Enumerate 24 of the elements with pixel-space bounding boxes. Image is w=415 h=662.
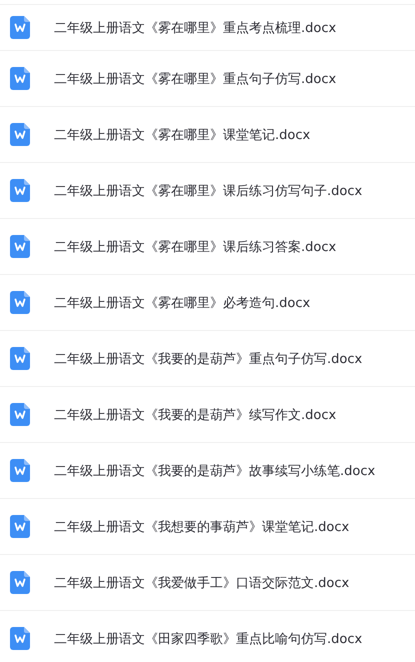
- file-name[interactable]: 二年级上册语文《我要的是葫芦》重点句子仿写.docx: [54, 350, 362, 368]
- word-document-icon: [10, 459, 30, 482]
- word-document-icon: [10, 67, 30, 90]
- word-document-icon: [10, 179, 30, 202]
- file-name[interactable]: 二年级上册语文《雾在哪里》必考造句.docx: [54, 294, 310, 312]
- file-name[interactable]: 二年级上册语文《我想要的事葫芦》课堂笔记.docx: [54, 518, 350, 536]
- word-document-icon: [10, 515, 30, 538]
- file-name[interactable]: 二年级上册语文《我要的是葫芦》续写作文.docx: [54, 406, 336, 424]
- file-name[interactable]: 二年级上册语文《我要的是葫芦》故事续写小练笔.docx: [54, 462, 376, 480]
- file-name[interactable]: 二年级上册语文《雾在哪里》课后练习答案.docx: [54, 238, 336, 256]
- word-document-icon: [10, 291, 30, 314]
- file-name[interactable]: 二年级上册语文《田家四季歌》重点比喻句仿写.docx: [54, 630, 362, 648]
- file-name[interactable]: 二年级上册语文《雾在哪里》课堂笔记.docx: [54, 126, 310, 144]
- word-document-icon: [10, 235, 30, 258]
- word-document-icon: [10, 403, 30, 426]
- file-name[interactable]: 二年级上册语文《我爱做手工》口语交际范文.docx: [54, 574, 350, 592]
- word-document-icon: [10, 123, 30, 146]
- word-document-icon: [10, 571, 30, 594]
- word-document-icon: [10, 627, 30, 650]
- file-name[interactable]: 二年级上册语文《雾在哪里》课后练习仿写句子.docx: [54, 182, 362, 200]
- file-name[interactable]: 二年级上册语文《雾在哪里》重点考点梳理.docx: [54, 18, 336, 36]
- word-document-icon: [10, 16, 30, 39]
- file-name[interactable]: 二年级上册语文《雾在哪里》重点句子仿写.docx: [54, 70, 336, 88]
- word-document-icon: [10, 347, 30, 370]
